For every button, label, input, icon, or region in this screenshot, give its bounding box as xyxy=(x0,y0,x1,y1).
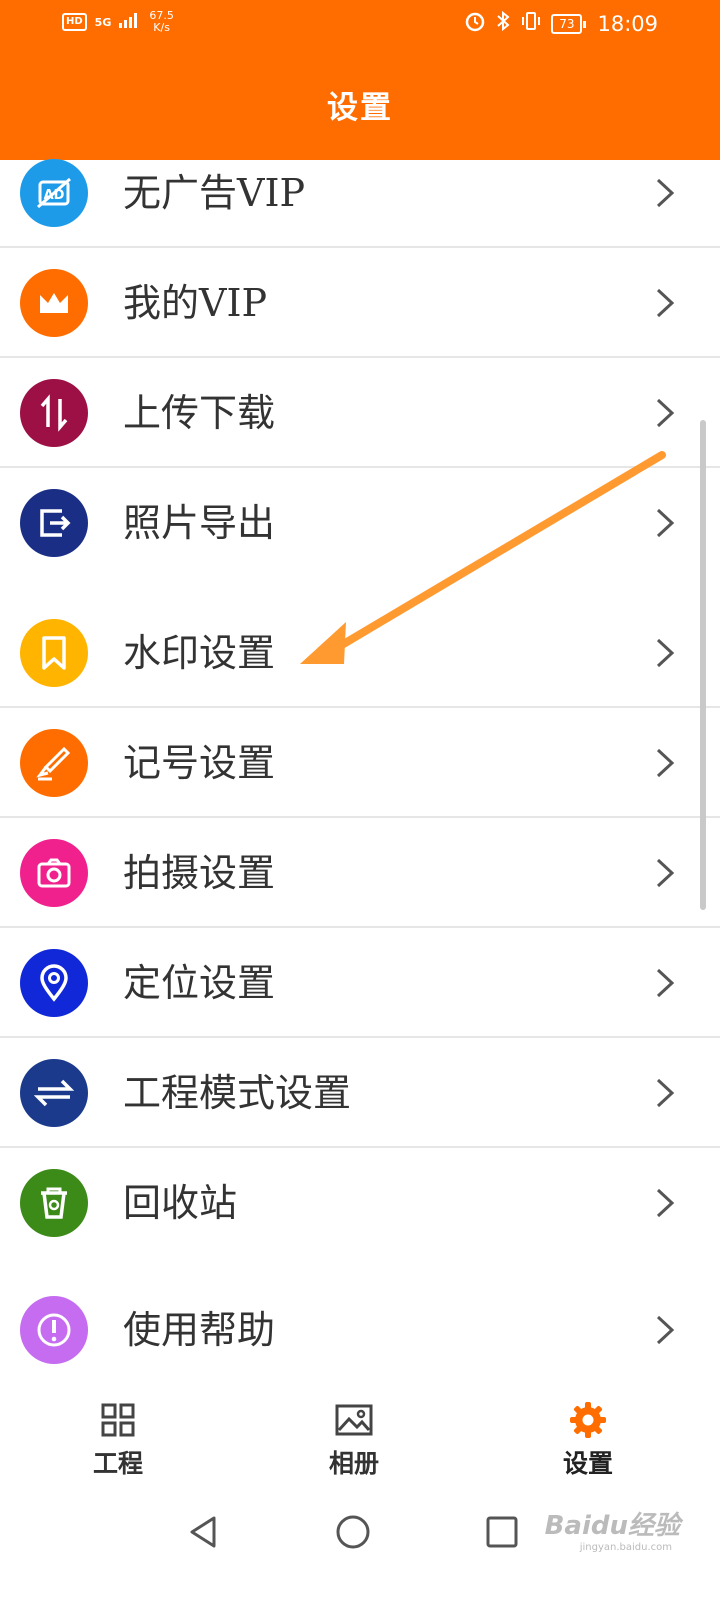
chevron-right-icon xyxy=(656,288,675,318)
settings-item-my-vip[interactable]: 我的VIP xyxy=(0,248,720,358)
home-circle-icon[interactable] xyxy=(331,1510,375,1554)
chevron-right-icon xyxy=(656,748,675,778)
settings-item-photo-export[interactable]: 照片导出 xyxy=(0,468,720,578)
nav-tab-projects[interactable]: 工程 xyxy=(58,1400,178,1480)
vibrate-icon xyxy=(520,10,542,37)
no-ads-icon: AD xyxy=(20,159,88,227)
settings-item-marker[interactable]: 记号设置 xyxy=(0,708,720,818)
chevron-right-icon xyxy=(656,1078,675,1108)
status-bar: HD 5G 67.5 K/s 73 18:09 xyxy=(0,0,720,50)
signal-bars-icon xyxy=(119,12,141,32)
settings-item-recycle-bin[interactable]: 回收站 xyxy=(0,1148,720,1258)
clock: 18:09 xyxy=(597,11,658,36)
recycle-bin-icon xyxy=(20,1169,88,1237)
alarm-icon xyxy=(464,10,486,37)
settings-item-label: 拍摄设置 xyxy=(123,851,276,895)
battery-indicator: 73 xyxy=(551,13,587,34)
recents-square-icon[interactable] xyxy=(480,1510,524,1554)
nav-label: 设置 xyxy=(562,1449,613,1478)
gear-icon xyxy=(570,1402,606,1438)
settings-item-no-ads-vip[interactable]: AD 无广告VIP xyxy=(0,138,720,248)
chevron-right-icon xyxy=(656,508,675,538)
album-icon xyxy=(335,1404,373,1436)
grid-icon xyxy=(101,1403,135,1437)
nav-label: 相册 xyxy=(328,1449,379,1478)
watermark-url: jingyan.baidu.com xyxy=(579,1542,672,1553)
settings-item-watermark[interactable]: 水印设置 xyxy=(0,598,720,708)
settings-item-label: 回收站 xyxy=(123,1181,238,1225)
settings-item-label: 使用帮助 xyxy=(123,1308,276,1352)
settings-item-location[interactable]: 定位设置 xyxy=(0,928,720,1038)
settings-item-label: 上传下载 xyxy=(123,391,276,435)
settings-item-label: 无广告VIP xyxy=(123,171,306,215)
hd-indicator: HD xyxy=(62,13,87,31)
scrollbar[interactable] xyxy=(700,420,706,910)
page-title: 设置 xyxy=(327,90,393,126)
settings-item-help[interactable]: 使用帮助 xyxy=(0,1275,720,1385)
network-speed: 67.5 K/s xyxy=(149,10,174,34)
app-header: HD 5G 67.5 K/s 73 18:09 设置 xyxy=(0,0,720,160)
watermark-bookmark-icon xyxy=(20,619,88,687)
signal-5g: 5G xyxy=(94,15,112,29)
watermark-logo: Baidu经验 xyxy=(544,1511,680,1541)
camera-icon xyxy=(20,839,88,907)
upload-download-icon xyxy=(20,379,88,447)
settings-item-upload-download[interactable]: 上传下载 xyxy=(0,358,720,468)
bluetooth-icon xyxy=(495,10,511,37)
chevron-right-icon xyxy=(656,178,675,208)
bottom-navigation: 工程 相册 设置 xyxy=(0,1380,720,1490)
nav-tab-album[interactable]: 相册 xyxy=(294,1400,414,1480)
settings-item-engineering-mode[interactable]: 工程模式设置 xyxy=(0,1038,720,1148)
export-icon xyxy=(20,489,88,557)
nav-tab-settings[interactable]: 设置 xyxy=(528,1400,648,1480)
nav-label: 工程 xyxy=(92,1449,143,1478)
settings-item-label: 照片导出 xyxy=(123,501,276,545)
chevron-right-icon xyxy=(656,1315,675,1345)
marker-icon xyxy=(20,729,88,797)
settings-item-capture[interactable]: 拍摄设置 xyxy=(0,818,720,928)
engineering-mode-icon xyxy=(20,1059,88,1127)
crown-icon xyxy=(20,269,88,337)
help-exclamation-icon xyxy=(20,1296,88,1364)
chevron-right-icon xyxy=(656,638,675,668)
back-triangle-icon[interactable] xyxy=(182,1510,226,1554)
settings-item-label: 水印设置 xyxy=(123,631,276,675)
chevron-right-icon xyxy=(656,968,675,998)
net-speed-unit: K/s xyxy=(153,21,170,34)
chevron-right-icon xyxy=(656,858,675,888)
settings-item-label: 记号设置 xyxy=(123,741,276,785)
settings-item-label: 工程模式设置 xyxy=(123,1071,352,1115)
settings-item-label: 我的VIP xyxy=(123,281,268,325)
chevron-right-icon xyxy=(656,398,675,428)
location-pin-icon xyxy=(20,949,88,1017)
chevron-right-icon xyxy=(656,1188,675,1218)
settings-item-label: 定位设置 xyxy=(123,961,276,1005)
